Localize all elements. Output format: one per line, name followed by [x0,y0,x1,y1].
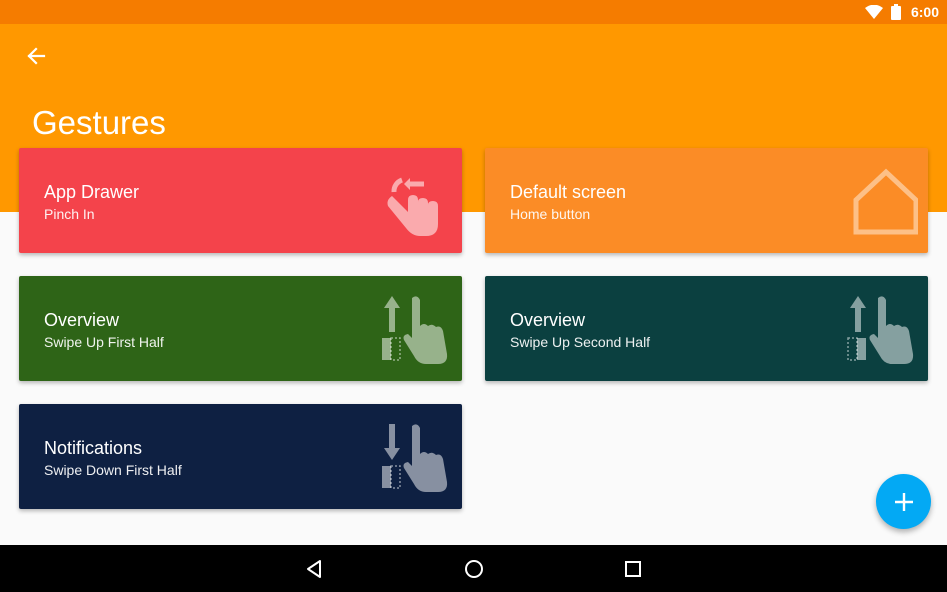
gesture-card-app-drawer[interactable]: App Drawer Pinch In [19,148,462,253]
home-icon [853,168,918,235]
add-gesture-button[interactable] [876,474,931,529]
card-subtitle: Pinch In [44,206,95,222]
page-title: Gestures [32,104,166,141]
battery-icon [890,4,901,20]
card-title: Notifications [44,438,143,458]
card-subtitle: Swipe Up First Half [44,334,164,350]
navigation-bar [0,545,947,592]
add-icon [894,492,913,511]
card-title: App Drawer [44,182,140,202]
card-title: Default screen [510,182,627,202]
card-title: Overview [44,310,120,330]
wifi-icon [864,5,883,19]
gesture-card-overview-second-half[interactable]: Overview Swipe Up Second Half [485,276,928,381]
status-bar: 6:00 [0,0,947,24]
gesture-card-default-screen[interactable]: Default screen Home button [485,148,928,253]
back-button[interactable] [18,38,54,74]
nav-recents-button[interactable] [615,553,651,585]
pinch-in-icon [387,177,438,236]
swipe-up-second-half-icon [847,296,914,364]
gesture-card-overview-first-half[interactable]: Overview Swipe Up First Half [19,276,462,381]
card-subtitle: Swipe Down First Half [44,462,182,478]
nav-home-button[interactable] [456,553,492,585]
arrow-back-icon [27,47,46,65]
nav-back-button[interactable] [296,553,332,585]
swipe-down-first-half-icon [382,424,448,492]
card-title: Overview [510,310,586,330]
card-subtitle: Home button [510,206,591,222]
swipe-up-first-half-icon [382,296,448,364]
card-subtitle: Swipe Up Second Half [510,334,651,350]
gesture-card-notifications[interactable]: Notifications Swipe Down First Half [19,404,462,509]
recents-nav-icon [625,561,641,577]
home-nav-icon [465,560,483,578]
status-time: 6:00 [910,4,939,20]
status-icons: 6:00 [864,0,939,24]
back-nav-icon [307,560,321,578]
